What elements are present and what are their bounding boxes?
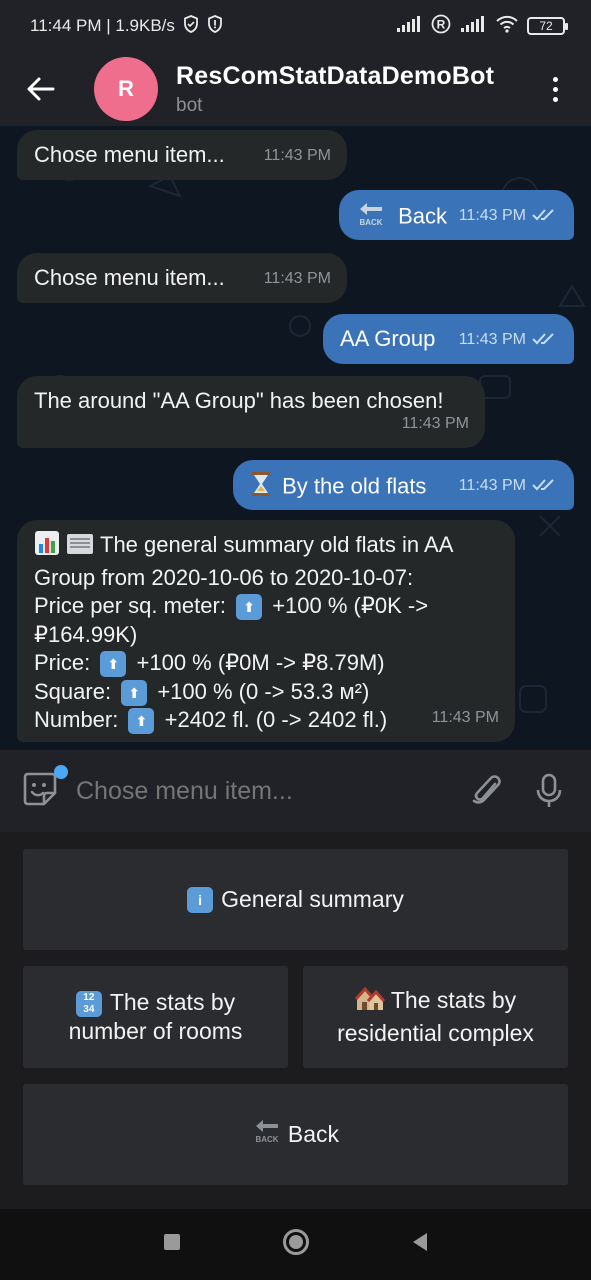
newspaper-icon bbox=[66, 532, 94, 564]
circle-icon bbox=[282, 1229, 309, 1255]
stats-by-rooms-button[interactable]: 12 34 The stats by number of rooms bbox=[23, 966, 288, 1068]
message-text: AA Group bbox=[340, 326, 436, 351]
message-outgoing[interactable]: By the old flats 11:43 PM bbox=[233, 460, 574, 510]
summary-line-price-sqm: Price per sq. meter: ⬆ +100 % (₽0K -> bbox=[34, 592, 515, 621]
message-incoming[interactable]: The around "AA Group" has been chosen! 1… bbox=[17, 376, 485, 448]
chat-title-block[interactable]: ResComStatDataDemoBot bot bbox=[176, 62, 494, 117]
arrow-left-icon bbox=[27, 77, 55, 101]
bot-keyboard: i General summary 12 34 The stats by numbe… bbox=[0, 832, 591, 1209]
more-dots-icon bbox=[552, 76, 558, 82]
recents-button[interactable] bbox=[162, 1232, 182, 1257]
message-input[interactable] bbox=[76, 771, 467, 811]
triangle-back-icon bbox=[412, 1233, 427, 1251]
svg-text:BACK: BACK bbox=[255, 1135, 278, 1144]
info-icon: i bbox=[187, 886, 214, 913]
summary-line-square: Square: ⬆ +100 % (0 -> 53.3 м²) bbox=[34, 678, 515, 707]
system-nav-bar bbox=[0, 1209, 591, 1280]
message-text: The around "AA Group" has been chosen! bbox=[34, 388, 444, 413]
message-time: 11:43 PM bbox=[431, 708, 499, 726]
summary-line-1: The general summary old flats in AA bbox=[34, 530, 515, 564]
notification-dot bbox=[54, 765, 68, 779]
message-time: 11:43 PM bbox=[459, 472, 558, 501]
message-time: 11:43 PM bbox=[459, 202, 558, 231]
message-text: Chose menu item... bbox=[34, 142, 225, 167]
chat-area[interactable]: Chose menu item... 11:43 PM BACK Back 11… bbox=[0, 126, 591, 750]
arrow-up-icon: ⬆ bbox=[236, 594, 263, 621]
signal-icon bbox=[395, 15, 423, 38]
chat-header: R ResComStatDataDemoBot bot bbox=[0, 52, 591, 126]
status-bar: 11:44 PM | 1.9KB/s R 72 bbox=[0, 0, 591, 52]
message-outgoing[interactable]: AA Group 11:43 PM bbox=[323, 314, 574, 364]
numbers-icon: 12 34 bbox=[75, 990, 102, 1017]
square-icon bbox=[163, 1234, 180, 1250]
arrow-up-icon: ⬆ bbox=[128, 708, 155, 735]
message-text: By the old flats bbox=[282, 473, 427, 499]
microphone-icon bbox=[536, 773, 562, 807]
svg-text:R: R bbox=[437, 17, 446, 31]
arrow-up-icon: ⬆ bbox=[100, 651, 127, 678]
sticker-button[interactable] bbox=[22, 765, 68, 811]
read-ticks-icon bbox=[532, 479, 554, 491]
chat-title: ResComStatDataDemoBot bbox=[176, 61, 495, 90]
battery-indicator: 72 bbox=[527, 17, 568, 35]
back-arrow-icon: BACK bbox=[252, 1118, 282, 1151]
message-input-bar bbox=[0, 750, 591, 832]
general-summary-button[interactable]: i General summary bbox=[23, 849, 568, 950]
message-time: 11:43 PM bbox=[459, 326, 558, 355]
bar-chart-icon bbox=[34, 530, 60, 564]
status-time-speed: 11:44 PM | 1.9KB/s bbox=[30, 16, 175, 35]
message-incoming[interactable]: Chose menu item... 11:43 PM bbox=[17, 253, 347, 303]
back-arrow-icon: BACK bbox=[356, 201, 386, 235]
summary-line-2: Group from 2020-10-06 to 2020-10-07: bbox=[34, 564, 414, 590]
chat-subtitle: bot bbox=[176, 94, 203, 116]
signal-icon-2 bbox=[459, 15, 487, 38]
message-summary[interactable]: The general summary old flats in AA Grou… bbox=[17, 520, 515, 742]
nav-back-button[interactable] bbox=[410, 1231, 430, 1258]
stats-by-complex-button[interactable]: The stats by residential complex bbox=[303, 966, 568, 1068]
back-button[interactable]: BACK Back bbox=[23, 1084, 568, 1185]
message-outgoing[interactable]: BACK Back 11:43 PM bbox=[339, 190, 574, 240]
message-incoming[interactable]: Chose menu item... 11:43 PM bbox=[17, 130, 347, 180]
read-ticks-icon bbox=[532, 333, 554, 345]
roaming-icon: R bbox=[431, 14, 451, 39]
paperclip-icon bbox=[472, 775, 501, 804]
home-button[interactable] bbox=[282, 1228, 310, 1261]
message-text: Back bbox=[398, 203, 448, 229]
attach-button[interactable] bbox=[467, 771, 507, 811]
svg-text:BACK: BACK bbox=[359, 218, 382, 227]
summary-line-price: Price: ⬆ +100 % (₽0M -> ₽8.79M) bbox=[34, 649, 515, 678]
message-text: Chose menu item... bbox=[34, 265, 225, 290]
message-time: 11:43 PM bbox=[263, 146, 331, 164]
wifi-icon bbox=[495, 15, 519, 38]
back-arrow-button[interactable] bbox=[6, 59, 76, 119]
alert-shield-icon bbox=[207, 14, 223, 38]
sticker-icon bbox=[23, 772, 57, 806]
summary-line-price-sqm-cont: ₽164.99K) bbox=[34, 621, 138, 647]
avatar[interactable]: R bbox=[94, 57, 158, 121]
message-time: 11:43 PM bbox=[401, 414, 469, 432]
more-options-button[interactable] bbox=[535, 59, 575, 119]
voice-record-button[interactable] bbox=[529, 771, 569, 811]
houses-icon bbox=[354, 986, 385, 1019]
message-time: 11:43 PM bbox=[263, 269, 331, 287]
hourglass-icon bbox=[250, 471, 272, 505]
read-ticks-icon bbox=[532, 209, 554, 221]
arrow-up-icon: ⬆ bbox=[121, 679, 148, 706]
shield-icon bbox=[183, 14, 199, 38]
